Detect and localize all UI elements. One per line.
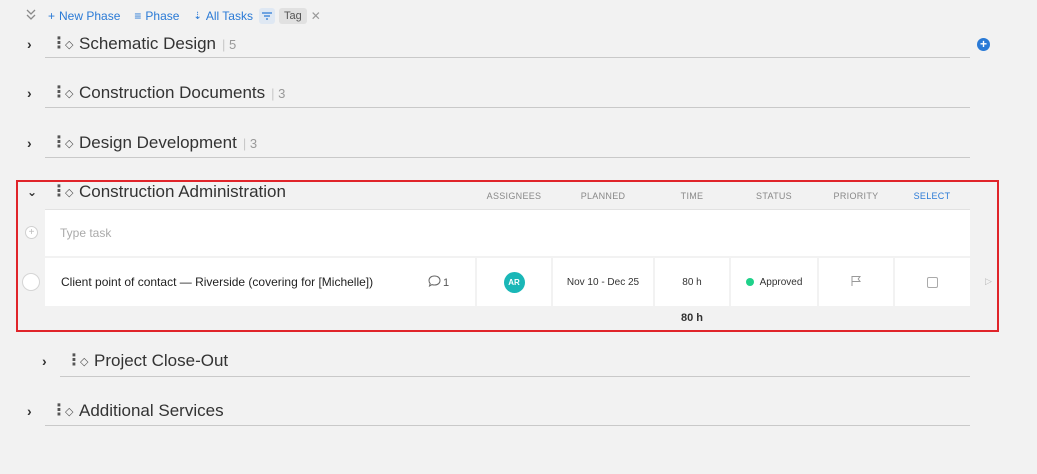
divider	[45, 157, 970, 158]
drag-handle-icon[interactable]: ⋮	[51, 36, 67, 52]
chevron-right-icon[interactable]: ›	[27, 85, 41, 101]
column-header-priority[interactable]: PRIORITY	[824, 191, 888, 201]
phase-title[interactable]: Project Close-Out	[94, 351, 228, 371]
divider	[60, 376, 970, 377]
diamond-icon: ◇	[65, 137, 74, 150]
toolbar: + New Phase ≡ Phase ⇣ All Tasks Tag ✕	[26, 6, 321, 26]
drag-handle-icon[interactable]: ⋮	[66, 353, 82, 369]
column-header-assignees[interactable]: ASSIGNEES	[478, 191, 550, 201]
column-header-planned[interactable]: PLANNED	[565, 191, 641, 201]
filter-icon[interactable]	[258, 8, 275, 24]
time-cell[interactable]: 80 h	[655, 258, 729, 306]
chevron-right-icon[interactable]: ›	[27, 403, 41, 419]
sort-icon: ⇣	[193, 10, 202, 22]
new-phase-button[interactable]: + New Phase	[48, 9, 120, 23]
phase-row[interactable]: › ⋮ ◇ Additional Services	[27, 398, 224, 424]
column-header-status[interactable]: STATUS	[744, 191, 804, 201]
plus-icon: +	[48, 9, 56, 23]
select-checkbox[interactable]	[927, 276, 938, 288]
comment-count: 1	[443, 276, 450, 289]
drag-handle-icon[interactable]: ⋮	[51, 403, 67, 419]
list-icon: ≡	[134, 9, 142, 23]
planned-dates: Nov 10 - Dec 25	[566, 276, 640, 288]
priority-cell[interactable]	[819, 258, 893, 306]
select-cell	[895, 258, 970, 306]
column-header-time[interactable]: TIME	[668, 191, 716, 201]
type-task-input[interactable]: Type task	[60, 226, 111, 240]
diamond-icon: ◇	[80, 355, 89, 368]
all-tasks-button[interactable]: ⇣ All Tasks	[193, 9, 253, 23]
avatar[interactable]: AR	[503, 271, 525, 293]
status-label: Approved	[759, 276, 803, 288]
phase-task-count: 5	[222, 37, 236, 52]
chevron-right-icon[interactable]: ›	[27, 36, 41, 52]
all-tasks-label: All Tasks	[205, 9, 253, 23]
divider	[45, 57, 970, 58]
chevron-right-icon[interactable]: ›	[42, 353, 56, 369]
diamond-icon: ◇	[65, 186, 74, 199]
task-row: Client point of contact — Riverside (cov…	[45, 258, 970, 306]
chevron-right-icon[interactable]: ›	[27, 135, 41, 151]
status-dot-icon	[745, 278, 754, 286]
phase-title[interactable]: Construction Administration	[79, 182, 286, 202]
task-complete-toggle[interactable]	[22, 273, 40, 291]
phase-title[interactable]: Additional Services	[79, 401, 224, 421]
diamond-icon: ◇	[65, 87, 74, 100]
new-phase-label: New Phase	[59, 9, 121, 23]
task-name[interactable]: Client point of contact — Riverside (cov…	[61, 275, 373, 289]
diamond-icon: ◇	[65, 405, 74, 418]
add-task-icon[interactable]: +	[25, 226, 38, 239]
time-value: 80 h	[682, 276, 702, 288]
status-cell[interactable]: Approved	[731, 258, 817, 306]
phase-title[interactable]: Schematic Design	[79, 34, 216, 54]
assignee-cell[interactable]: AR	[477, 258, 551, 306]
drag-handle-icon[interactable]: ⋮	[51, 85, 67, 101]
chevron-down-icon[interactable]: ⌄	[27, 185, 41, 199]
phase-row[interactable]: › ⋮ ◇ Schematic Design 5	[27, 31, 236, 57]
divider	[45, 107, 970, 108]
new-task-row: Type task	[45, 209, 970, 256]
column-header-select[interactable]: SELECT	[904, 191, 960, 201]
divider	[45, 425, 970, 426]
phase-row[interactable]: › ⋮ ◇ Project Close-Out	[42, 348, 228, 374]
drag-handle-icon[interactable]: ⋮	[51, 184, 67, 200]
tag-filter-chip[interactable]: Tag	[278, 8, 307, 24]
phase-task-count: 3	[271, 86, 285, 101]
task-name-cell[interactable]: Client point of contact — Riverside (cov…	[45, 258, 475, 306]
comments-button[interactable]: 1	[428, 275, 449, 290]
flag-icon[interactable]	[850, 275, 862, 290]
collapse-all-icon[interactable]	[26, 9, 36, 24]
phase-label: Phase	[145, 9, 180, 23]
diamond-icon: ◇	[65, 38, 74, 51]
phase-button[interactable]: ≡ Phase	[134, 9, 179, 23]
comment-icon	[428, 275, 441, 290]
total-time: 80 h	[680, 312, 703, 324]
clear-filter-icon[interactable]: ✕	[311, 9, 321, 23]
add-phase-icon[interactable]: +	[977, 38, 990, 51]
phase-title[interactable]: Design Development	[79, 133, 237, 153]
expand-right-icon[interactable]: ▷	[985, 276, 992, 287]
phase-row[interactable]: › ⋮ ◇ Design Development 3	[27, 130, 257, 156]
planned-cell[interactable]: Nov 10 - Dec 25	[553, 258, 653, 306]
phase-task-count: 3	[243, 136, 257, 151]
phase-row[interactable]: › ⋮ ◇ Construction Documents 3	[27, 80, 285, 106]
phase-row-expanded[interactable]: ⌄ ⋮ ◇ Construction Administration	[27, 179, 286, 205]
phase-title[interactable]: Construction Documents	[79, 83, 265, 103]
drag-handle-icon[interactable]: ⋮	[51, 135, 67, 151]
